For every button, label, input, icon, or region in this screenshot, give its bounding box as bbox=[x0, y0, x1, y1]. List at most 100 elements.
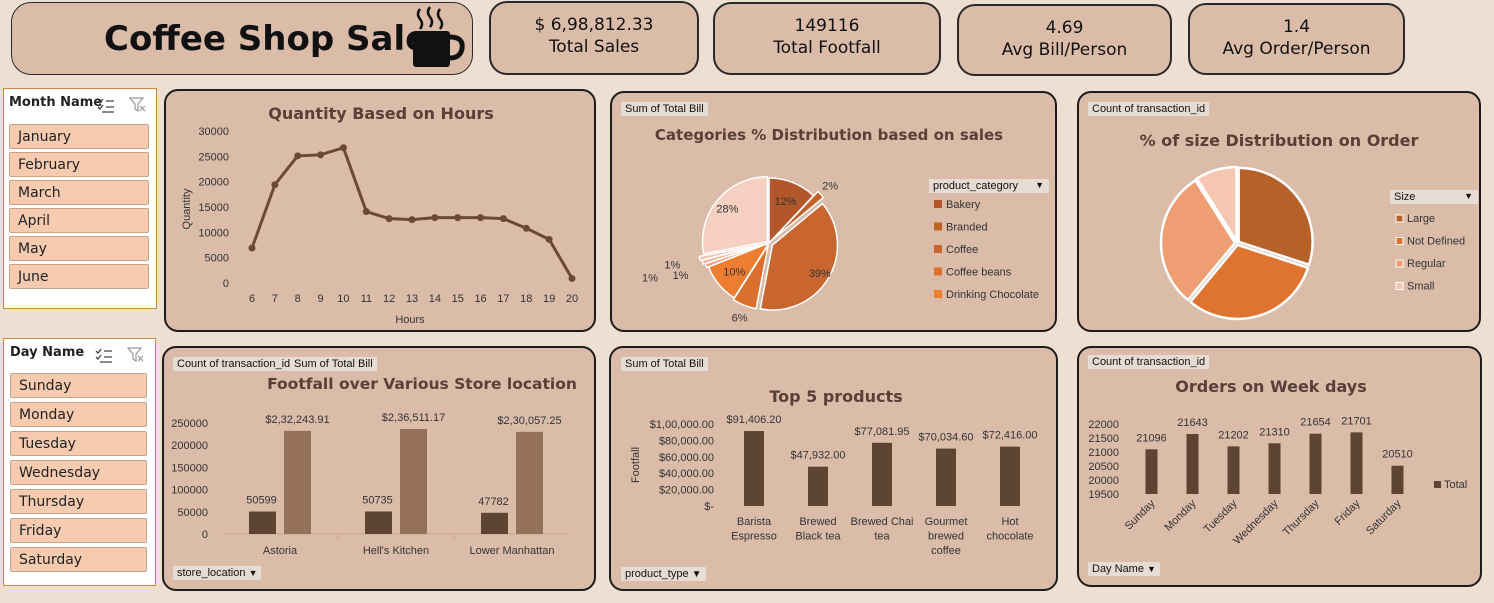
x-tick-label: Lower Manhattan bbox=[470, 545, 555, 557]
data-point bbox=[545, 235, 553, 243]
weekdays-bar-chart: Orders on Week days 19500 20000 20500 21000… bbox=[1088, 377, 1467, 547]
chart-title: Quantity Based on Hours bbox=[268, 104, 494, 123]
chip-label: Day Name bbox=[1092, 563, 1144, 575]
slicer-item-day[interactable]: Saturday bbox=[10, 547, 147, 572]
kpi-total-footfall: 149116 Total Footfall bbox=[713, 2, 941, 75]
bar bbox=[744, 431, 764, 506]
slicer-item-month[interactable]: March bbox=[9, 180, 149, 205]
y-tick-label: 250000 bbox=[171, 418, 208, 430]
y-tick-label: 15000 bbox=[198, 202, 229, 214]
x-tick-label: Wednesday bbox=[1231, 497, 1281, 547]
axis-field-chip[interactable]: Day Name ▼ bbox=[1088, 562, 1160, 576]
legend-swatch bbox=[1395, 259, 1404, 268]
y-tick-label: $40,000.00 bbox=[659, 468, 714, 480]
x-tick-label: 11 bbox=[361, 293, 372, 305]
x-tick-label: 18 bbox=[520, 293, 532, 305]
x-tick-label: Friday bbox=[1333, 497, 1363, 527]
y-tick-label: 0 bbox=[202, 529, 208, 541]
slicer-item-day[interactable]: Thursday bbox=[10, 489, 147, 514]
legend-swatch bbox=[934, 267, 942, 276]
x-tick-label: Thursday bbox=[1281, 497, 1322, 538]
legend-field-chip[interactable]: Size ▼ bbox=[1390, 190, 1478, 204]
y-tick-label: $20,000.00 bbox=[659, 485, 714, 497]
data-label: $70,034.60 bbox=[918, 432, 973, 444]
data-point bbox=[477, 214, 485, 222]
slicer-item-day[interactable]: Wednesday bbox=[10, 460, 147, 485]
data-label: 20510 bbox=[1382, 449, 1413, 461]
x-tick-label: Astoria bbox=[263, 545, 298, 557]
dropdown-arrow-icon: ▼ bbox=[1464, 191, 1473, 201]
kpi-value: 1.4 bbox=[1282, 17, 1311, 37]
data-point bbox=[294, 152, 302, 160]
axis-field-chip[interactable]: store_location ▼ bbox=[173, 566, 262, 580]
legend-swatch bbox=[934, 200, 942, 208]
top-products-bar-chart: Top 5 products Footfall $- $20,000.00 $40,… bbox=[630, 387, 1038, 557]
multi-select-icon[interactable] bbox=[95, 347, 113, 363]
legend-swatch bbox=[1395, 282, 1404, 290]
data-label: 21701 bbox=[1341, 415, 1372, 427]
legend-label: Total bbox=[1444, 479, 1467, 491]
slicer-item-day[interactable]: Monday bbox=[10, 402, 147, 427]
slicer-item-month[interactable]: January bbox=[9, 124, 149, 149]
y-axis-label: Quantity bbox=[181, 188, 193, 229]
chip-label: product_category bbox=[933, 180, 1018, 192]
kpi-label: Avg Bill/Person bbox=[1001, 40, 1128, 60]
x-tick-label: Sunday bbox=[1123, 497, 1158, 532]
bar bbox=[936, 448, 956, 506]
x-tick-label: 15 bbox=[452, 293, 464, 305]
filter-icon: ▼ bbox=[691, 569, 702, 580]
y-tick-label: $60,000.00 bbox=[659, 452, 714, 464]
data-label: $72,416.00 bbox=[982, 430, 1037, 442]
y-tick-label: $80,000.00 bbox=[659, 435, 714, 447]
axis-field-chip[interactable]: product_type ▼ bbox=[621, 567, 706, 581]
dashboard-title: Coffee Shop Sales bbox=[104, 19, 449, 59]
categories-chart-panel: Sum of Total Bill Categories % Distribut… bbox=[610, 91, 1057, 332]
y-tick-label: 20500 bbox=[1088, 461, 1119, 473]
slicer-item-day[interactable]: Friday bbox=[10, 518, 147, 543]
x-tick-label: tea bbox=[874, 531, 890, 543]
y-tick-label: 25000 bbox=[198, 151, 229, 163]
clear-filter-icon[interactable] bbox=[129, 97, 147, 113]
data-label: 21643 bbox=[1177, 417, 1208, 429]
data-label: 10% bbox=[723, 267, 745, 279]
y-tick-label: 30000 bbox=[198, 126, 229, 138]
x-tick-label: Hell's Kitchen bbox=[363, 545, 429, 557]
legend-field-chip[interactable]: product_category ▼ bbox=[929, 179, 1049, 193]
dropdown-arrow-icon: ▼ bbox=[1147, 564, 1156, 574]
slicer-item-month[interactable]: April bbox=[9, 208, 149, 233]
month-slicer: Month Name January February March April … bbox=[3, 88, 157, 309]
data-point bbox=[408, 216, 416, 224]
bar bbox=[1350, 432, 1363, 494]
data-label: 2% bbox=[822, 180, 838, 192]
legend-label: Small bbox=[1407, 281, 1435, 293]
bar bbox=[516, 431, 543, 534]
slicer-item-month[interactable]: May bbox=[9, 236, 149, 261]
slicer-item-day[interactable]: Tuesday bbox=[10, 431, 147, 456]
data-point bbox=[454, 214, 462, 222]
legend-label: Bakery bbox=[946, 199, 981, 211]
bar bbox=[481, 512, 508, 534]
data-point bbox=[317, 151, 325, 159]
y-tick-label: 20000 bbox=[1088, 475, 1119, 487]
top-products-chart-panel: Sum of Total Bill Top 5 products Footfal… bbox=[609, 346, 1058, 591]
multi-select-icon[interactable] bbox=[97, 97, 115, 113]
month-slicer-title: Month Name bbox=[9, 95, 103, 110]
kpi-label: Avg Order/Person bbox=[1222, 39, 1371, 59]
y-tick-label: 19500 bbox=[1088, 489, 1119, 501]
slicer-item-month[interactable]: February bbox=[9, 152, 149, 177]
slicer-item-day[interactable]: Sunday bbox=[10, 373, 147, 398]
x-tick-label: 10 bbox=[337, 293, 349, 305]
legend-swatch bbox=[1434, 481, 1441, 488]
data-point bbox=[362, 208, 370, 216]
data-label: 1% bbox=[642, 273, 658, 285]
kpi-label: Total Sales bbox=[548, 37, 640, 57]
legend-swatch bbox=[934, 290, 942, 298]
y-tick-label: 5000 bbox=[205, 253, 229, 265]
dropdown-arrow-icon: ▼ bbox=[248, 568, 258, 578]
data-label: 12% bbox=[775, 196, 797, 208]
data-label: 50599 bbox=[246, 495, 277, 507]
slicer-item-month[interactable]: June bbox=[9, 264, 149, 289]
size-pie-chart: % of size Distribution on Order Large Not… bbox=[1140, 131, 1465, 321]
clear-filter-icon[interactable] bbox=[127, 347, 145, 363]
data-label: $47,932.00 bbox=[790, 450, 845, 462]
